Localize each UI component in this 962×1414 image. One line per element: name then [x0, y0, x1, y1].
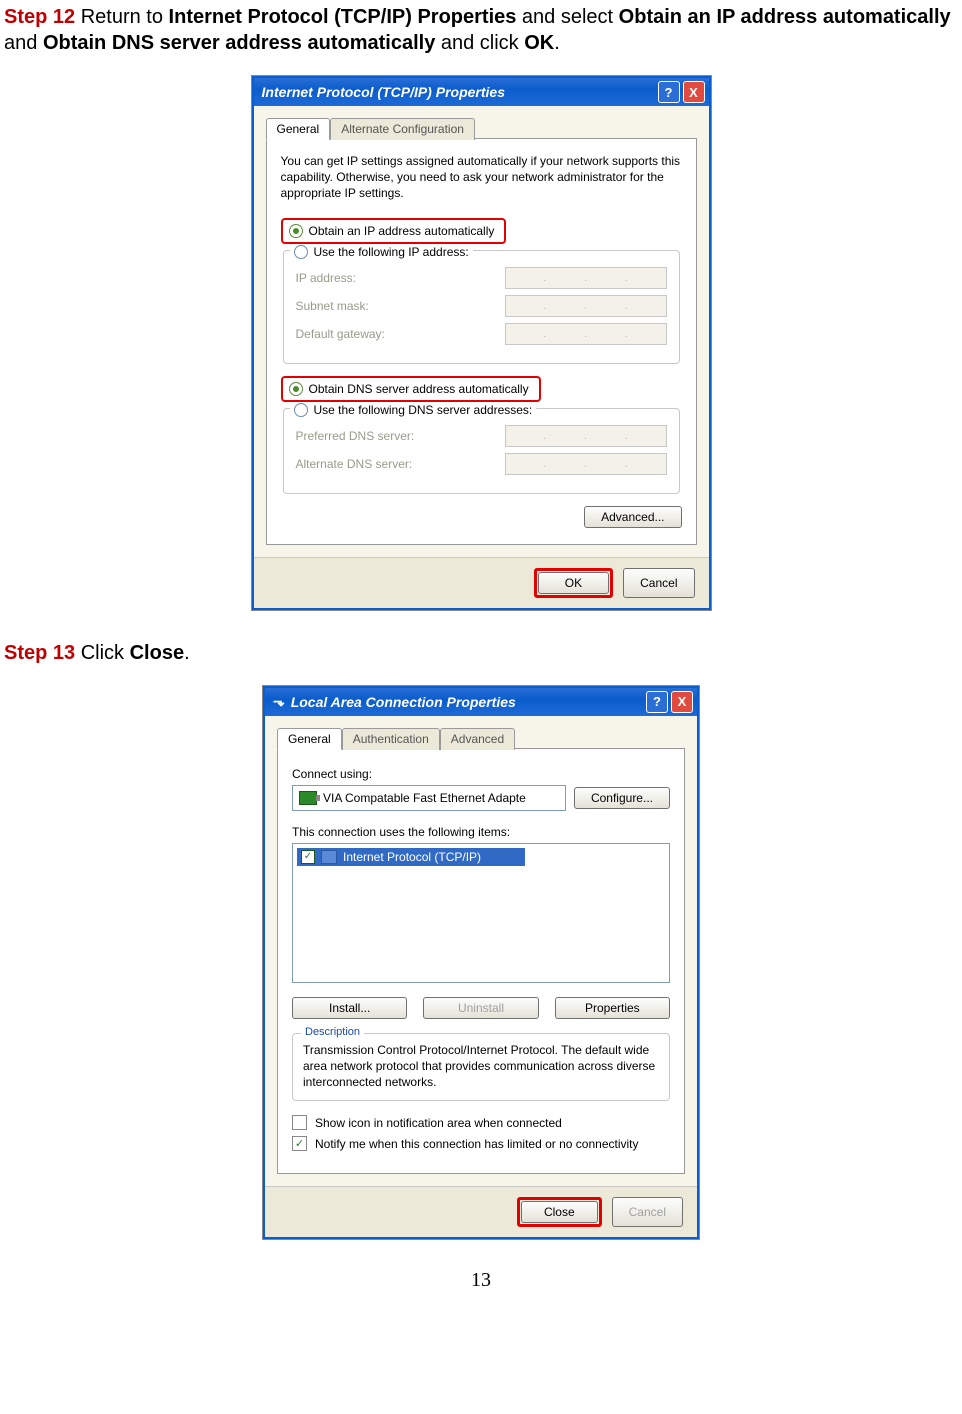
close-icon[interactable]: X	[683, 81, 705, 103]
ok-button[interactable]: OK	[538, 572, 609, 594]
help-button[interactable]: ?	[646, 691, 668, 713]
ip-address-input[interactable]: ...	[505, 267, 667, 289]
adapter-field[interactable]: VIA Compatable Fast Ethernet Adapte	[292, 785, 566, 811]
nic-icon	[299, 791, 317, 805]
tab-authentication[interactable]: Authentication	[342, 728, 440, 750]
checkbox-notify[interactable]: ✓	[292, 1136, 307, 1151]
radio-obtain-dns[interactable]	[289, 382, 303, 396]
titlebar[interactable]: Internet Protocol (TCP/IP) Properties ? …	[254, 78, 709, 106]
titlebar[interactable]: ⬎ Local Area Connection Properties ? X	[265, 688, 697, 716]
default-gateway-label: Default gateway:	[296, 327, 385, 341]
radio-use-dns[interactable]	[294, 403, 308, 417]
description-text: You can get IP settings assigned automat…	[281, 153, 682, 202]
list-item-label: Internet Protocol (TCP/IP)	[343, 850, 481, 864]
description-text: Transmission Control Protocol/Internet P…	[303, 1042, 659, 1091]
install-button[interactable]: Install...	[292, 997, 407, 1019]
checkbox-show-icon[interactable]	[292, 1115, 307, 1130]
connection-icon: ⬎	[273, 693, 285, 710]
checkbox-notify-label: Notify me when this connection has limit…	[315, 1137, 639, 1151]
alternate-dns-input[interactable]: ...	[505, 453, 667, 475]
configure-button[interactable]: Configure...	[574, 787, 670, 809]
list-item[interactable]: ✓ Internet Protocol (TCP/IP)	[297, 848, 525, 866]
connection-uses-label: This connection uses the following items…	[292, 825, 670, 839]
tcpip-properties-dialog: Internet Protocol (TCP/IP) Properties ? …	[252, 76, 711, 610]
step12-text: Step 12 Return to Internet Protocol (TCP…	[4, 4, 958, 56]
page-number: 13	[4, 1269, 958, 1292]
dialog-title: Internet Protocol (TCP/IP) Properties	[262, 84, 505, 100]
highlight-obtain-dns: Obtain DNS server address automatically	[281, 376, 541, 402]
checkbox-icon[interactable]: ✓	[301, 850, 315, 864]
advanced-button[interactable]: Advanced...	[584, 506, 681, 528]
description-legend: Description	[301, 1026, 364, 1038]
uninstall-button: Uninstall	[423, 997, 538, 1019]
close-icon[interactable]: X	[671, 691, 693, 713]
default-gateway-input[interactable]: ...	[505, 323, 667, 345]
tab-advanced[interactable]: Advanced	[440, 728, 515, 750]
preferred-dns-label: Preferred DNS server:	[296, 429, 415, 443]
dialog-title: Local Area Connection Properties	[291, 694, 516, 710]
lan-properties-dialog: ⬎ Local Area Connection Properties ? X Ge…	[263, 686, 699, 1240]
checkbox-show-icon-label: Show icon in notification area when conn…	[315, 1116, 562, 1130]
close-button[interactable]: Close	[521, 1201, 598, 1223]
radio-obtain-dns-label: Obtain DNS server address automatically	[309, 382, 529, 396]
step12-label: Step 12	[4, 6, 75, 28]
subnet-mask-label: Subnet mask:	[296, 299, 369, 313]
description-box: Description Transmission Control Protoco…	[292, 1033, 670, 1102]
radio-obtain-ip[interactable]	[289, 224, 303, 238]
subnet-mask-input[interactable]: ...	[505, 295, 667, 317]
highlight-close: Close	[517, 1197, 602, 1227]
tab-alternate[interactable]: Alternate Configuration	[330, 118, 475, 140]
step13-text: Step 13 Click Close.	[4, 640, 958, 666]
cancel-button[interactable]: Cancel	[623, 568, 694, 598]
ip-address-label: IP address:	[296, 271, 356, 285]
radio-obtain-ip-label: Obtain an IP address automatically	[309, 224, 495, 238]
help-button[interactable]: ?	[658, 81, 680, 103]
adapter-name: VIA Compatable Fast Ethernet Adapte	[323, 791, 526, 805]
alternate-dns-label: Alternate DNS server:	[296, 457, 413, 471]
radio-use-ip[interactable]	[294, 245, 308, 259]
connect-using-label: Connect using:	[292, 767, 670, 781]
highlight-ok: OK	[534, 568, 613, 598]
properties-button[interactable]: Properties	[555, 997, 670, 1019]
radio-use-dns-label: Use the following DNS server addresses:	[314, 403, 533, 417]
tab-general[interactable]: General	[277, 728, 342, 750]
cancel-button: Cancel	[612, 1197, 683, 1227]
tab-general[interactable]: General	[266, 118, 331, 140]
items-listbox[interactable]: ✓ Internet Protocol (TCP/IP)	[292, 843, 670, 983]
highlight-obtain-ip: Obtain an IP address automatically	[281, 218, 507, 244]
preferred-dns-input[interactable]: ...	[505, 425, 667, 447]
protocol-icon	[321, 850, 337, 864]
step13-label: Step 13	[4, 642, 75, 664]
radio-use-ip-label: Use the following IP address:	[314, 245, 469, 259]
